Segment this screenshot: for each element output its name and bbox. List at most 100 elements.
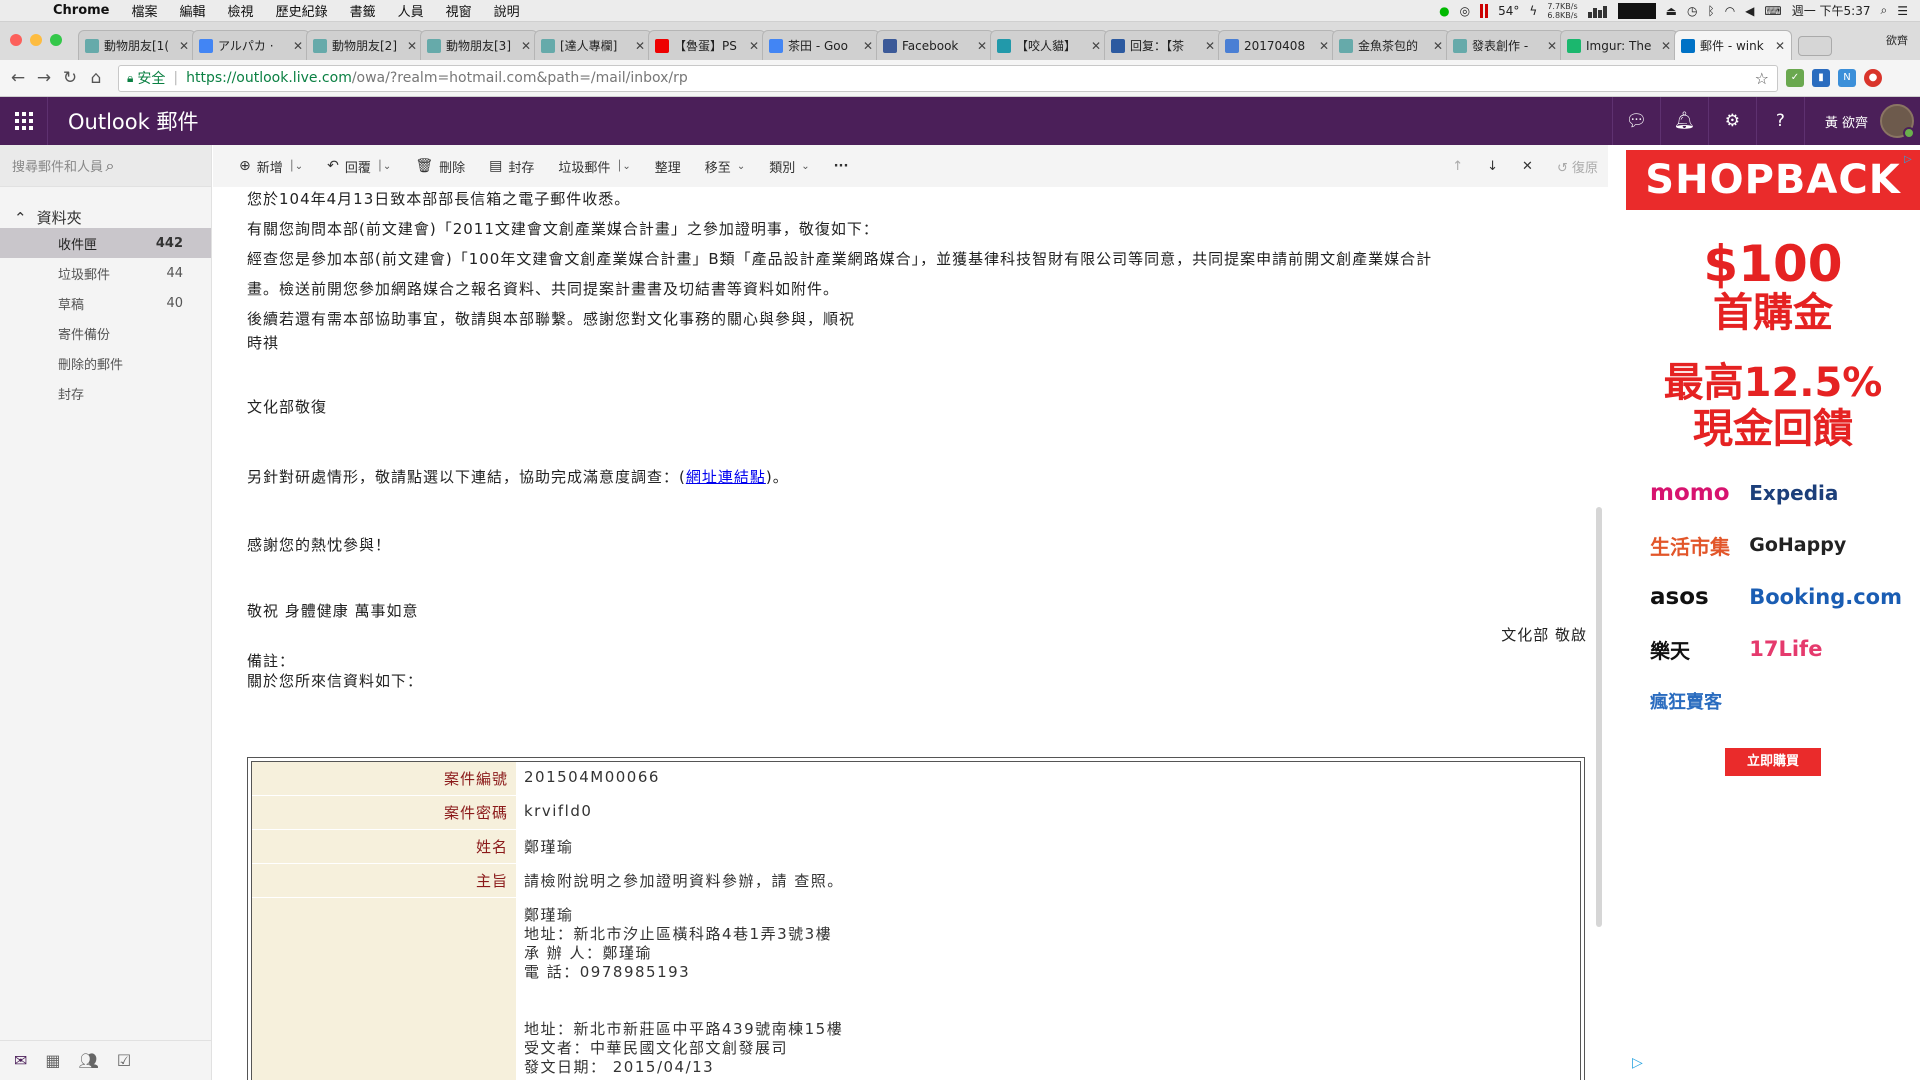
- folder-item[interactable]: 草稿 40: [0, 288, 211, 318]
- help-icon[interactable]: ?: [1755, 97, 1804, 145]
- ad-brand[interactable]: SHOPBACK: [1626, 150, 1920, 210]
- new-tab-button[interactable]: [1798, 36, 1832, 56]
- menu-file[interactable]: 檔案: [121, 1, 169, 20]
- close-icon[interactable]: ✕: [1522, 159, 1533, 174]
- folder-item[interactable]: 垃圾郵件 44: [0, 258, 211, 288]
- browser-tab[interactable]: 動物朋友[3] ✕: [420, 30, 538, 60]
- undo-button[interactable]: ↺ 復原: [1557, 157, 1598, 176]
- zoom-window-button[interactable]: [50, 34, 62, 46]
- menu-view[interactable]: 檢視: [217, 1, 265, 20]
- browser-tab[interactable]: 發表創作 - ✕: [1446, 30, 1564, 60]
- menu-bookmarks[interactable]: 書籤: [339, 1, 387, 20]
- menu-app-name[interactable]: Chrome: [42, 3, 121, 18]
- lock-icon[interactable]: 🔒︎: [127, 71, 133, 86]
- browser-tab[interactable]: アルパカ · ✕: [192, 30, 310, 60]
- folder-item[interactable]: 封存: [0, 378, 211, 408]
- home-icon[interactable]: ⌂: [84, 68, 108, 88]
- close-tab-icon[interactable]: ✕: [977, 39, 987, 53]
- move-to-button[interactable]: 移至 ⌄: [705, 157, 745, 176]
- chat-icon[interactable]: 💬︎: [1611, 97, 1660, 145]
- more-actions-button[interactable]: ···: [834, 159, 849, 174]
- creative-cloud-icon[interactable]: ◎: [1460, 4, 1470, 18]
- search-icon[interactable]: ⌕: [106, 156, 200, 176]
- input-method-icon[interactable]: ⌨: [1764, 4, 1781, 18]
- search-box[interactable]: 搜尋郵件和人員 ⌕: [0, 145, 211, 187]
- browser-tab[interactable]: 動物朋友[2] ✕: [306, 30, 424, 60]
- sweep-button[interactable]: 整理: [655, 157, 681, 176]
- close-tab-icon[interactable]: ✕: [293, 39, 303, 53]
- user-menu[interactable]: 黃 欲齊: [1803, 97, 1920, 145]
- folders-header[interactable]: ⌃ 資料夾: [0, 207, 211, 228]
- people-icon[interactable]: 👥︎: [79, 1051, 99, 1070]
- advertisement-banner[interactable]: ▷ SHOPBACK $100 首購金 最高12.5% 現金回饋 momo Ex…: [1626, 150, 1920, 776]
- browser-tab[interactable]: 【咬人貓】 ✕: [990, 30, 1108, 60]
- categories-button[interactable]: 類別 ⌄: [769, 157, 809, 176]
- calendar-icon[interactable]: ▦: [45, 1051, 60, 1070]
- chevron-down-icon[interactable]: │⌄: [616, 161, 630, 172]
- reply-button[interactable]: ↶ 回覆 │⌄: [327, 157, 391, 176]
- close-tab-icon[interactable]: ✕: [1661, 39, 1671, 53]
- browser-tab[interactable]: 動物朋友[1(✕: [78, 30, 196, 60]
- adchoices-icon[interactable]: ▷: [1904, 154, 1916, 166]
- browser-tab[interactable]: [達人專欄] ✕: [534, 30, 652, 60]
- close-tab-icon[interactable]: ✕: [1319, 39, 1329, 53]
- menu-window[interactable]: 視窗: [435, 1, 483, 20]
- address-bar[interactable]: 🔒︎ 安全 | https://outlook.live.com /owa/?r…: [118, 64, 1778, 92]
- app-title[interactable]: Outlook 郵件: [68, 106, 198, 136]
- menu-people[interactable]: 人員: [387, 1, 435, 20]
- mail-icon[interactable]: ✉: [14, 1051, 27, 1070]
- reload-icon[interactable]: ↻: [58, 68, 82, 88]
- browser-tab[interactable]: 茶田 - Goo ✕: [762, 30, 880, 60]
- menu-help[interactable]: 說明: [483, 1, 531, 20]
- browser-tab[interactable]: 回复：【茶 ✕: [1104, 30, 1222, 60]
- wifi-icon[interactable]: ◠: [1725, 4, 1735, 18]
- app-launcher-icon[interactable]: [0, 97, 48, 145]
- new-button[interactable]: ⊕ 新增 │⌄: [239, 157, 303, 176]
- close-tab-icon[interactable]: ✕: [1547, 39, 1557, 53]
- line-icon[interactable]: ●: [1439, 4, 1449, 18]
- volume-icon[interactable]: ◀: [1745, 4, 1754, 18]
- close-tab-icon[interactable]: ✕: [179, 39, 189, 53]
- notification-bell-icon[interactable]: 🔔︎: [1659, 97, 1708, 145]
- scrollbar[interactable]: [1596, 507, 1602, 927]
- bluetooth-icon[interactable]: ᛒ: [1707, 4, 1714, 18]
- survey-link[interactable]: 網址連結點: [686, 468, 766, 486]
- previous-message-arrow-icon[interactable]: ↑: [1452, 159, 1463, 174]
- time-machine-icon[interactable]: ◷: [1687, 4, 1697, 18]
- eject-icon[interactable]: ⏏: [1666, 4, 1677, 18]
- folder-item[interactable]: 收件匣 442: [0, 228, 211, 258]
- chevron-up-icon[interactable]: ⌃: [14, 209, 27, 227]
- extension-green-icon[interactable]: ✓: [1786, 69, 1804, 87]
- minimize-window-button[interactable]: [30, 34, 42, 46]
- pause-icon[interactable]: [1480, 3, 1489, 18]
- extension-red-icon[interactable]: ●: [1864, 69, 1882, 87]
- browser-tab[interactable]: 郵件 - wink ✕: [1674, 30, 1792, 60]
- extension-blue-icon[interactable]: ▮: [1812, 69, 1830, 87]
- adchoices-icon[interactable]: ▷: [1632, 1055, 1643, 1071]
- forward-icon[interactable]: →: [32, 68, 56, 88]
- close-window-button[interactable]: [10, 34, 22, 46]
- browser-tab[interactable]: Imgur: The ✕: [1560, 30, 1678, 60]
- menu-edit[interactable]: 編輯: [169, 1, 217, 20]
- close-tab-icon[interactable]: ✕: [1433, 39, 1443, 53]
- ad-buy-button[interactable]: 立即購買: [1725, 748, 1821, 776]
- chevron-down-icon[interactable]: │⌄: [377, 161, 391, 172]
- chevron-down-icon[interactable]: │⌄: [289, 161, 303, 172]
- close-tab-icon[interactable]: ✕: [407, 39, 417, 53]
- folder-item[interactable]: 寄件備份: [0, 318, 211, 348]
- menu-history[interactable]: 歷史紀錄: [265, 1, 339, 20]
- browser-tab[interactable]: 金魚茶包的 ✕: [1332, 30, 1450, 60]
- junk-button[interactable]: 垃圾郵件 │⌄: [558, 157, 630, 176]
- close-tab-icon[interactable]: ✕: [1205, 39, 1215, 53]
- clock[interactable]: 週一 下午5:37: [1792, 2, 1871, 19]
- close-tab-icon[interactable]: ✕: [1775, 39, 1785, 53]
- close-tab-icon[interactable]: ✕: [749, 39, 759, 53]
- next-message-arrow-icon[interactable]: ↓: [1487, 159, 1498, 174]
- browser-tab[interactable]: Facebook ✕: [876, 30, 994, 60]
- archive-button[interactable]: ▤ 封存: [489, 157, 534, 176]
- spotlight-icon[interactable]: ⌕: [1881, 3, 1888, 18]
- bookmark-star-icon[interactable]: ☆: [1755, 69, 1769, 88]
- close-tab-icon[interactable]: ✕: [1091, 39, 1101, 53]
- avatar[interactable]: [1880, 104, 1915, 139]
- search-input[interactable]: 搜尋郵件和人員: [12, 156, 106, 175]
